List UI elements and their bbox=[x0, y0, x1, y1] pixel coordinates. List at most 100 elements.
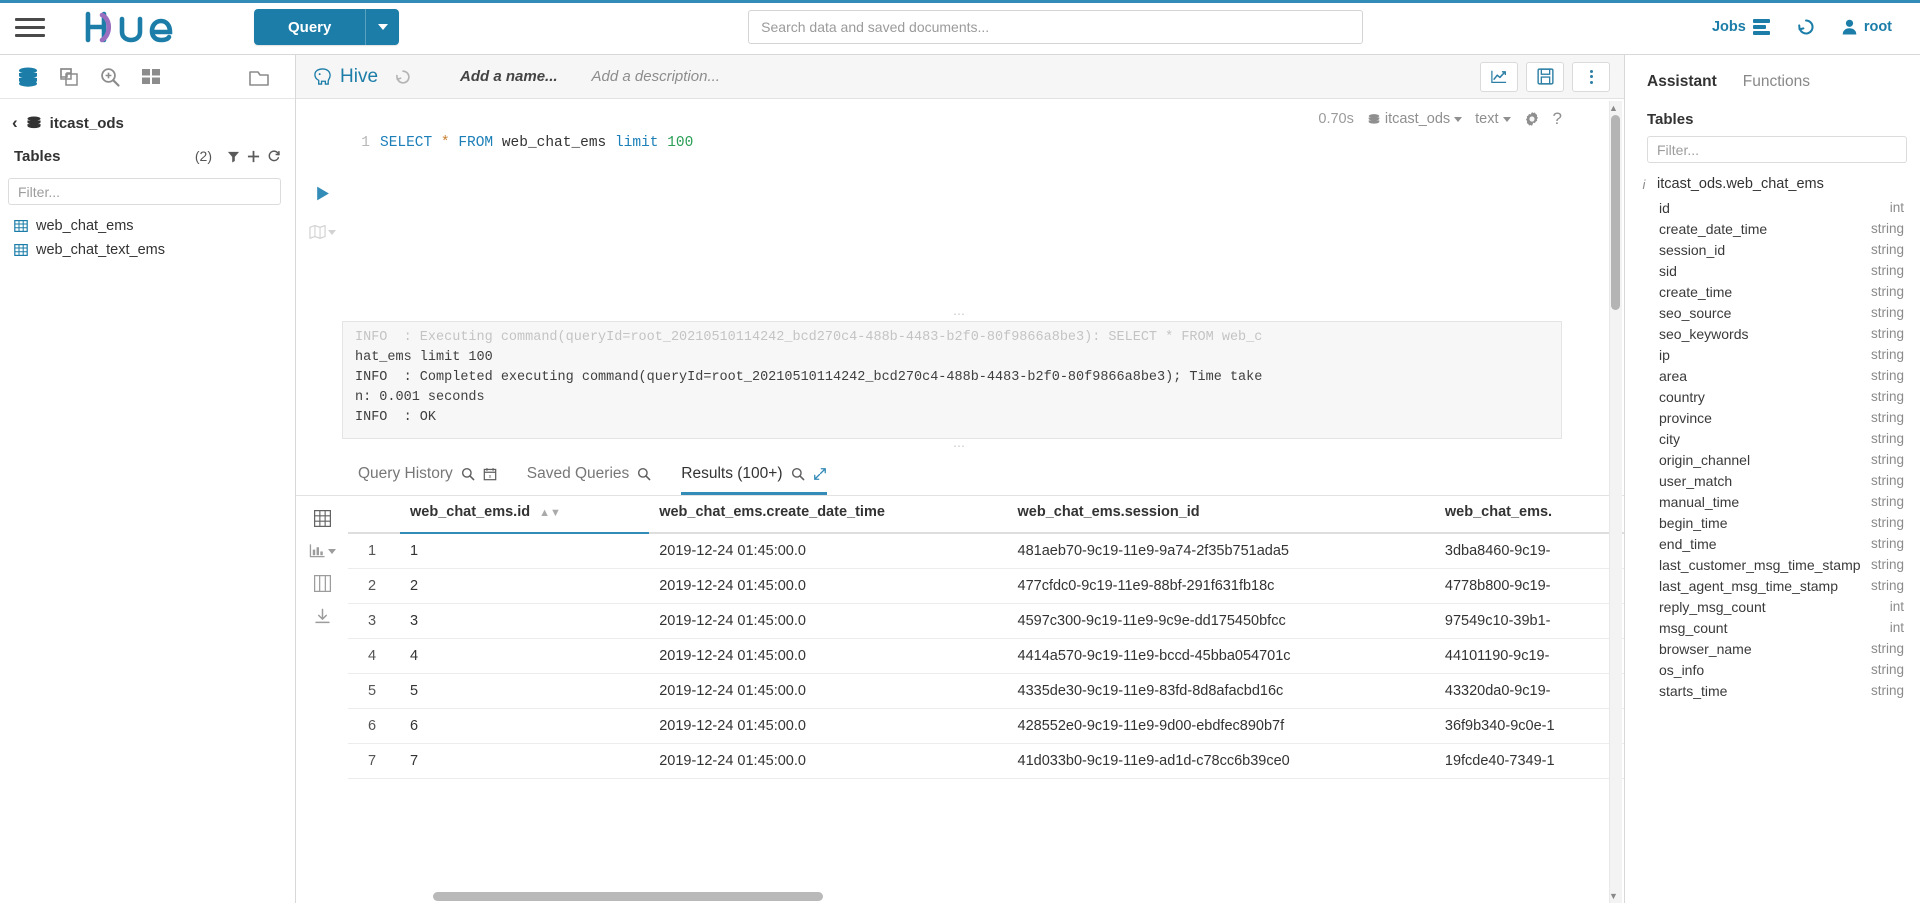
log-resize-grip[interactable]: ⋯ bbox=[296, 307, 1624, 321]
breadcrumb-back-icon[interactable]: ‹ bbox=[12, 113, 18, 133]
column-item[interactable]: browser_name string bbox=[1625, 638, 1920, 659]
horizontal-scrollbar[interactable] bbox=[433, 892, 823, 901]
list-item[interactable]: web_chat_text_ems bbox=[0, 238, 295, 262]
database-icon[interactable] bbox=[12, 61, 44, 93]
calendar-icon[interactable]: x bbox=[483, 467, 497, 481]
add-icon[interactable] bbox=[247, 150, 260, 163]
format-dropdown[interactable]: text bbox=[1475, 111, 1511, 127]
list-item[interactable]: web_chat_ems bbox=[0, 214, 295, 238]
column-item[interactable]: ip string bbox=[1625, 344, 1920, 365]
column-item[interactable]: manual_time string bbox=[1625, 491, 1920, 512]
table-row[interactable]: 2 2 2019-12-24 01:45:00.0 477cfdc0-9c19-… bbox=[348, 568, 1624, 604]
engine-selector[interactable]: Hive bbox=[312, 66, 378, 88]
tab-query-history[interactable]: Query History x bbox=[358, 465, 497, 495]
jobs-button[interactable]: Jobs bbox=[1712, 19, 1770, 35]
column-header[interactable]: web_chat_ems. bbox=[1434, 496, 1624, 534]
tables-title: Tables bbox=[14, 147, 61, 165]
search-icon[interactable] bbox=[461, 467, 475, 481]
refresh-icon[interactable] bbox=[267, 149, 281, 163]
database-breadcrumb[interactable]: ‹ itcast_ods bbox=[0, 99, 295, 143]
assistant-filter-input[interactable] bbox=[1647, 136, 1907, 163]
columns-view-icon[interactable] bbox=[313, 575, 331, 592]
query-button-group[interactable]: Query bbox=[254, 9, 400, 45]
grid-view-icon[interactable] bbox=[313, 510, 331, 527]
column-item[interactable]: seo_keywords string bbox=[1625, 323, 1920, 344]
search-icon[interactable] bbox=[791, 467, 805, 481]
sql-text[interactable]: SELECT * FROM web_chat_ems limit 100 bbox=[380, 135, 693, 151]
expand-icon[interactable] bbox=[813, 467, 827, 481]
search-plus-icon[interactable] bbox=[94, 61, 126, 93]
column-item[interactable]: reply_msg_count int bbox=[1625, 596, 1920, 617]
column-item[interactable]: end_time string bbox=[1625, 533, 1920, 554]
column-item[interactable]: user_match string bbox=[1625, 470, 1920, 491]
column-item[interactable]: os_info string bbox=[1625, 659, 1920, 680]
scroll-up-arrow[interactable]: ▲ bbox=[1607, 103, 1620, 113]
column-item[interactable]: create_time string bbox=[1625, 281, 1920, 302]
explain-icon[interactable] bbox=[308, 224, 336, 240]
query-dropdown-caret[interactable] bbox=[365, 9, 400, 45]
column-header[interactable]: web_chat_ems.session_id bbox=[1007, 496, 1435, 534]
column-header[interactable]: web_chat_ems.create_date_time bbox=[649, 496, 1008, 534]
settings-button[interactable] bbox=[1524, 111, 1540, 127]
column-item[interactable]: begin_time string bbox=[1625, 512, 1920, 533]
column-item[interactable]: id int bbox=[1625, 197, 1920, 218]
table-icon bbox=[14, 220, 28, 233]
help-button[interactable]: ? bbox=[1553, 109, 1562, 129]
scroll-down-arrow[interactable]: ▼ bbox=[1607, 891, 1620, 901]
sql-code-line[interactable]: 1 SELECT * FROM web_chat_ems limit 100 bbox=[348, 129, 1624, 151]
table-row[interactable]: 3 3 2019-12-24 01:45:00.0 4597c300-9c19-… bbox=[348, 603, 1624, 639]
column-header[interactable]: web_chat_ems.id ▲▼ bbox=[400, 496, 650, 534]
tables-filter-input[interactable] bbox=[8, 178, 281, 205]
column-item[interactable]: sid string bbox=[1625, 260, 1920, 281]
column-item[interactable]: city string bbox=[1625, 428, 1920, 449]
grid-icon[interactable] bbox=[135, 61, 167, 93]
download-icon[interactable] bbox=[314, 608, 331, 625]
column-item[interactable]: msg_count int bbox=[1625, 617, 1920, 638]
editor-history-icon[interactable] bbox=[394, 68, 412, 86]
filter-icon[interactable] bbox=[227, 150, 240, 163]
tab-results[interactable]: Results (100+) bbox=[681, 465, 827, 495]
column-item[interactable]: area string bbox=[1625, 365, 1920, 386]
tab-functions[interactable]: Functions bbox=[1743, 73, 1810, 99]
chart-button[interactable] bbox=[1480, 61, 1518, 92]
more-options-button[interactable] bbox=[1572, 61, 1610, 92]
results-resize-grip[interactable]: ⋯ bbox=[296, 439, 1624, 453]
more-vertical-icon bbox=[1589, 69, 1593, 84]
column-item[interactable]: create_date_time string bbox=[1625, 218, 1920, 239]
column-item[interactable]: starts_time string bbox=[1625, 680, 1920, 701]
hue-logo[interactable] bbox=[82, 10, 200, 44]
table-row[interactable]: 4 4 2019-12-24 01:45:00.0 4414a570-9c19-… bbox=[348, 638, 1624, 674]
briefcase-icon[interactable] bbox=[243, 61, 275, 93]
sql-keyword: SELECT bbox=[380, 135, 433, 151]
table-row[interactable]: 1 1 2019-12-24 01:45:00.0 481aeb70-9c19-… bbox=[348, 533, 1624, 569]
column-item[interactable]: seo_source string bbox=[1625, 302, 1920, 323]
tab-assistant[interactable]: Assistant bbox=[1647, 73, 1717, 99]
assistant-table-row[interactable]: i itcast_ods.web_chat_ems bbox=[1625, 173, 1920, 197]
menu-icon[interactable] bbox=[0, 17, 60, 37]
save-button[interactable] bbox=[1526, 61, 1564, 92]
column-item[interactable]: country string bbox=[1625, 386, 1920, 407]
tab-saved-queries[interactable]: Saved Queries bbox=[527, 465, 652, 495]
copy-icon[interactable] bbox=[53, 61, 85, 93]
column-item[interactable]: province string bbox=[1625, 407, 1920, 428]
table-row[interactable]: 5 5 2019-12-24 01:45:00.0 4335de30-9c19-… bbox=[348, 673, 1624, 709]
user-menu[interactable]: root bbox=[1842, 19, 1892, 35]
table-row[interactable]: 6 6 2019-12-24 01:45:00.0 428552e0-9c19-… bbox=[348, 708, 1624, 744]
results-grid[interactable]: web_chat_ems.id ▲▼ web_chat_ems.create_d… bbox=[348, 496, 1624, 903]
table-row[interactable]: 7 7 2019-12-24 01:45:00.0 41d033b0-9c19-… bbox=[348, 743, 1624, 779]
column-item[interactable]: origin_channel string bbox=[1625, 449, 1920, 470]
query-description-input[interactable]: Add a description... bbox=[592, 68, 720, 85]
run-query-button[interactable] bbox=[314, 185, 331, 206]
search-icon[interactable] bbox=[637, 467, 651, 481]
search-input[interactable] bbox=[748, 10, 1364, 44]
history-button[interactable] bbox=[1796, 17, 1816, 37]
sort-icon[interactable]: ▲▼ bbox=[539, 507, 561, 519]
column-item[interactable]: last_customer_msg_time_stamp string bbox=[1625, 554, 1920, 575]
query-button[interactable]: Query bbox=[254, 9, 366, 45]
column-item[interactable]: session_id string bbox=[1625, 239, 1920, 260]
database-dropdown[interactable]: itcast_ods bbox=[1367, 111, 1463, 127]
column-item[interactable]: last_agent_msg_time_stamp string bbox=[1625, 575, 1920, 596]
editor-vertical-scrollbar-thumb[interactable] bbox=[1611, 115, 1620, 310]
query-name-input[interactable]: Add a name... bbox=[460, 68, 558, 85]
chart-view-icon[interactable] bbox=[309, 543, 336, 559]
